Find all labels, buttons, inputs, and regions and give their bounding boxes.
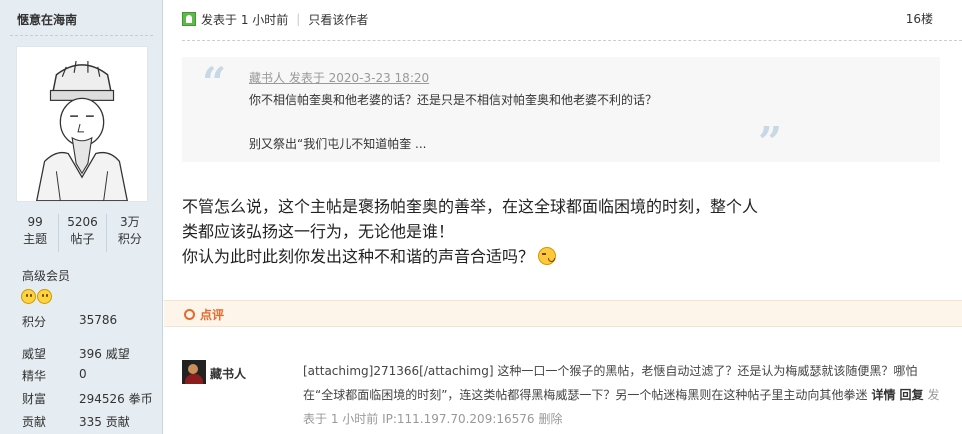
quote-author-link[interactable]: 藏书人 发表于 2020-3-23 18:20 <box>249 69 429 86</box>
quote-block: “ 藏书人 发表于 2020-3-23 18:20 你不相信帕奎奥和他老婆的话？… <box>182 57 940 167</box>
info-value: 0 <box>79 367 87 381</box>
rank-star-icon <box>37 289 52 304</box>
online-status-icon <box>182 12 196 26</box>
author-stats: 99 主题 5206 帖子 3万 积分 <box>12 214 153 252</box>
avatar[interactable] <box>16 46 148 202</box>
rank-stars <box>21 289 52 304</box>
stat-label: 帖子 <box>70 232 95 246</box>
info-value: 294526 拳币 <box>79 392 153 406</box>
separator: | <box>296 12 301 26</box>
thinking-emoji-icon <box>538 247 557 265</box>
user-rank: 高级会员 <box>22 269 71 283</box>
comment-text: [attachimg]271366[/attachimg] 这种一口一个猴子的黑… <box>303 359 943 431</box>
info-value: 35786 <box>79 313 118 327</box>
stat-label: 主题 <box>23 232 48 246</box>
info-key: 精华 <box>22 369 47 383</box>
avatar-portrait-drawing <box>17 47 147 202</box>
post-text: 你认为此时此刻你发出这种不和谐的声音合适吗？ <box>182 247 535 266</box>
info-key: 财富 <box>22 392 47 406</box>
divider <box>10 35 153 36</box>
comment-reply-link[interactable]: 回复 <box>899 388 923 402</box>
floor-number[interactable]: 16楼 <box>906 10 933 27</box>
stat-value: 3万 <box>120 215 140 229</box>
post-paragraph: 你认为此时此刻你发出这种不和谐的声音合适吗？ <box>182 244 762 269</box>
stat-topics[interactable]: 99 主题 <box>12 214 60 252</box>
comment-content: [attachimg]271366[/attachimg] 这种一口一个猴子的黑… <box>303 364 918 402</box>
comment-circle-icon <box>184 309 195 320</box>
author-username[interactable]: 惬意在海南 <box>17 11 77 28</box>
quote-text: 你不相信帕奎奥和他老婆的话？还是只是不相信对帕奎奥和他老婆不利的话？ <box>249 93 658 107</box>
comment-bar: 点评 <box>164 300 962 327</box>
stat-points[interactable]: 3万 积分 <box>107 214 153 252</box>
divider <box>182 40 962 41</box>
info-key: 贡献 <box>22 415 47 429</box>
comment-detail-link[interactable]: 详情 <box>871 388 895 402</box>
post-header: 发表于 1 小时前 | 只看该作者 <box>182 11 368 27</box>
post-content: 发表于 1 小时前 | 只看该作者 16楼 “ 藏书人 发表于 2020-3-2… <box>164 0 962 434</box>
quote-open-icon: “ <box>202 58 227 107</box>
quote-close-icon: ” <box>758 118 783 167</box>
post-body: 不管怎么说，这个主帖是褒扬帕奎奥的善举，在这全球都面临困境的时刻，整个人类都应该… <box>182 194 762 269</box>
post-time: 发表于 1 小时前 <box>201 12 289 27</box>
info-key: 威望 <box>22 347 47 361</box>
info-value: 335 贡献 <box>79 415 130 429</box>
comment-delete-link[interactable]: 删除 <box>539 412 563 426</box>
author-sidebar: 惬意在海南 99 主题 5206 帖子 3万 积分 高级会员 积分 35786 … <box>0 0 163 434</box>
stat-label: 积分 <box>117 232 142 246</box>
commenter-avatar[interactable] <box>182 360 206 384</box>
comment-bar-label: 点评 <box>200 308 225 322</box>
only-author-link[interactable]: 只看该作者 <box>308 11 368 28</box>
info-value: 396 威望 <box>79 347 130 361</box>
stat-posts[interactable]: 5206 帖子 <box>59 214 107 252</box>
post-paragraph: 不管怎么说，这个主帖是褒扬帕奎奥的善举，在这全球都面临困境的时刻，整个人类都应该… <box>182 197 759 241</box>
rank-star-icon <box>21 289 36 304</box>
quote-text: 别又祭出“我们屯儿不知道帕奎 ... <box>249 137 427 151</box>
info-key: 积分 <box>22 315 47 329</box>
stat-value: 99 <box>27 215 43 229</box>
stat-value: 5206 <box>67 215 98 229</box>
commenter-name[interactable]: 藏书人 <box>210 365 246 382</box>
